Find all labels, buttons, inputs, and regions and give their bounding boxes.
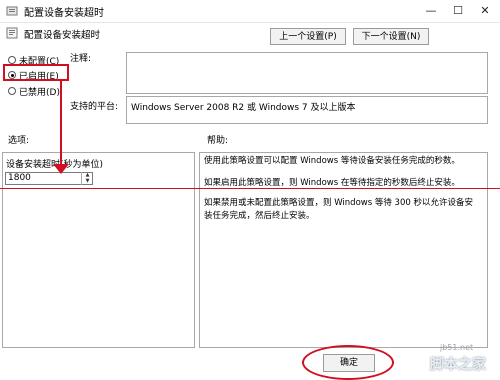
radio-label: 已禁用(D) [19,87,60,98]
spin-down-icon[interactable]: ▼ [82,178,93,184]
maximize-button[interactable]: ☐ [447,2,469,20]
radio-disabled[interactable]: 已禁用(D) [8,84,60,98]
help-paragraph: 如果禁用或未配置此策略设置，则 Windows 等待 300 秒以允许设备安装任… [204,198,473,221]
radio-circle[interactable] [8,87,16,95]
annotation-line [0,188,500,189]
enabled-highlight-box [3,64,69,81]
setting-icon [6,27,18,39]
comment-label: 注释: [70,54,92,64]
timeout-spinner[interactable]: ▲ ▼ [81,172,93,185]
help-label: 帮助: [207,136,229,146]
platform-label: 支持的平台: [70,102,119,112]
window-title: 配置设备安装超时 [24,8,104,19]
annotation-arrow-shaft [60,80,62,168]
platform-value: Windows Server 2008 R2 或 Windows 7 及以上版本 [131,103,356,113]
policy-icon [6,5,18,17]
radio-circle[interactable] [8,56,16,64]
close-button[interactable]: ✕ [474,2,496,20]
ok-highlight-circle [302,345,394,380]
timeout-input[interactable]: 1800 [5,172,93,185]
comment-textarea[interactable] [126,52,488,94]
annotation-arrow-head [53,164,69,174]
help-paragraph: 使用此策略设置可以配置 Windows 等待设备安装任务完成的秒数。 [204,156,460,166]
previous-setting-button[interactable]: 上一个设置(P) [270,28,346,45]
minimize-button[interactable]: — [420,2,442,20]
setting-title: 配置设备安装超时 [24,30,101,41]
next-setting-button[interactable]: 下一个设置(N) [353,28,429,45]
watermark-name: 脚本之家 [430,357,486,373]
watermark-url: jb51.net [440,343,474,352]
options-label: 选项: [8,136,30,146]
